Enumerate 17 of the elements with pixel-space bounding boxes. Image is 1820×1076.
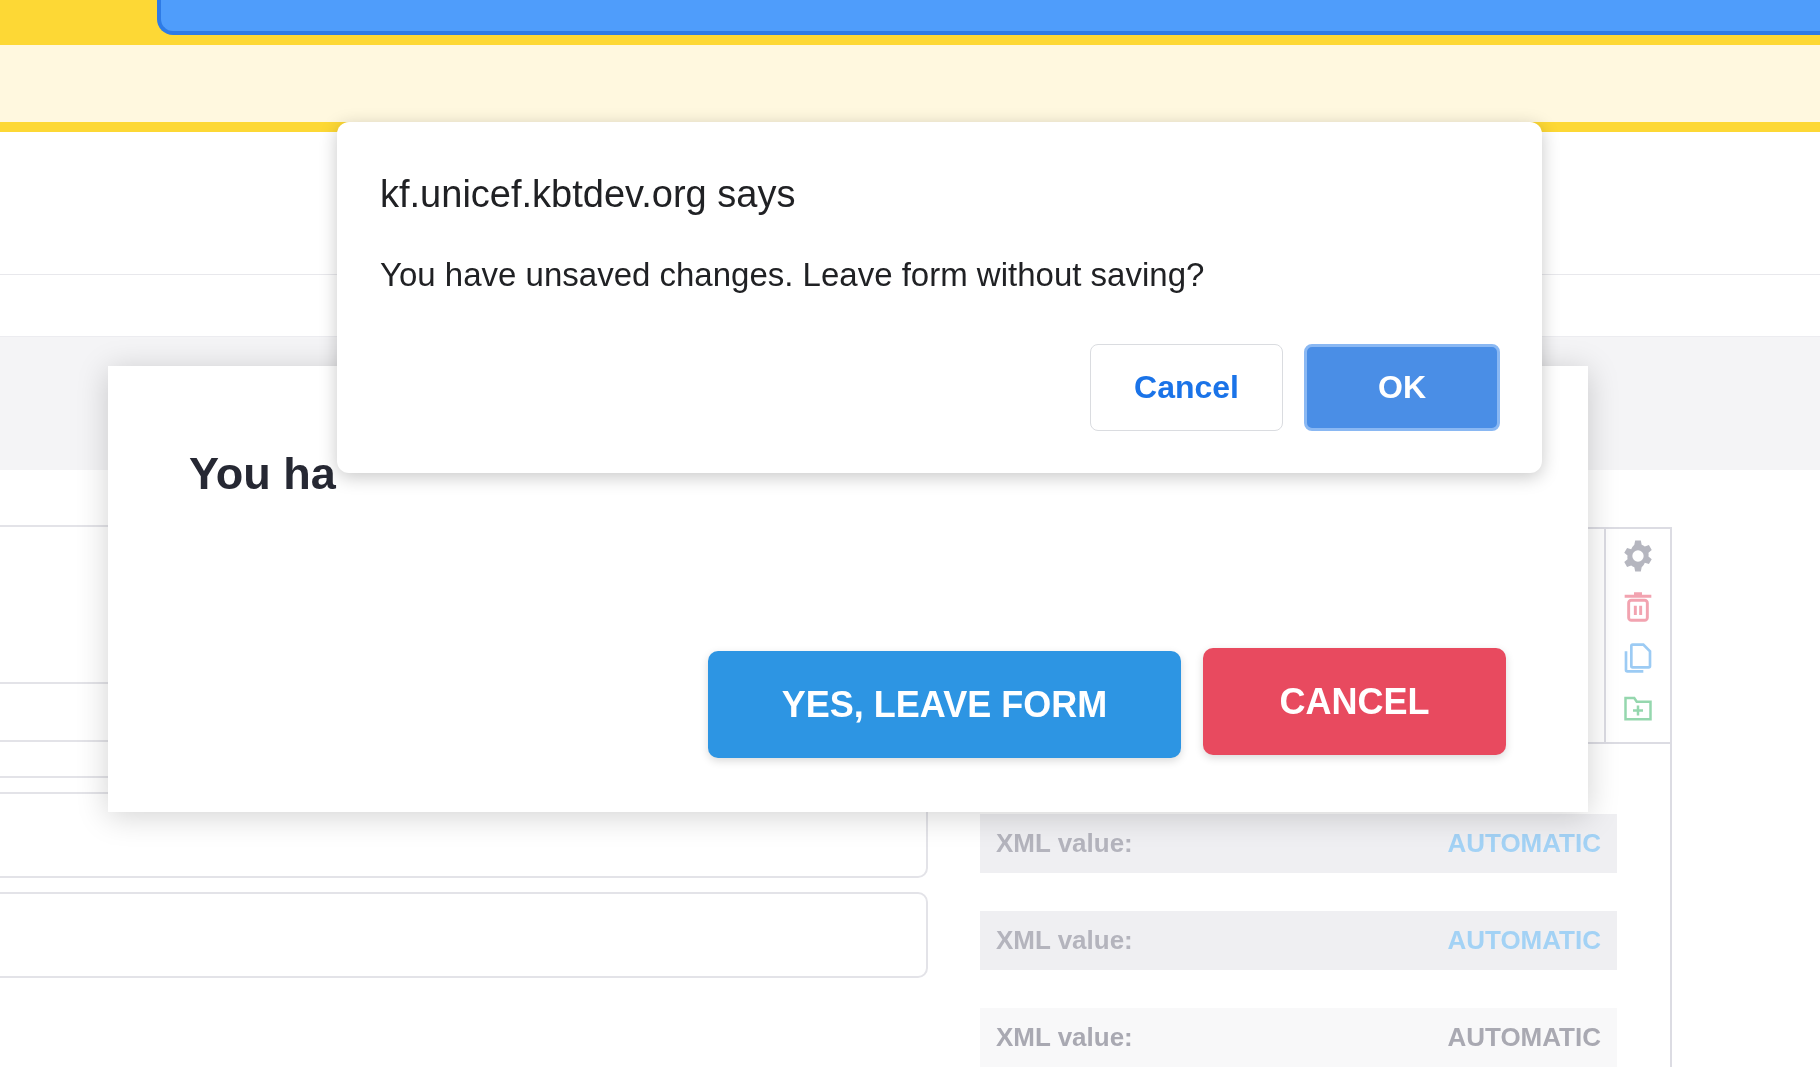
xml-value: AUTOMATIC <box>1447 925 1601 956</box>
settings-icon[interactable] <box>1621 539 1655 573</box>
input-field[interactable] <box>0 892 928 978</box>
copy-icon[interactable] <box>1622 641 1654 675</box>
xml-value: AUTOMATIC <box>1447 828 1601 859</box>
cancel-button[interactable]: Cancel <box>1090 344 1283 431</box>
leave-form-button[interactable]: YES, LEAVE FORM <box>708 651 1181 758</box>
xml-label: XML value: <box>996 1022 1133 1053</box>
xml-label: XML value: <box>996 925 1133 956</box>
xml-label: XML value: <box>996 828 1133 859</box>
xml-value: AUTOMATIC <box>1447 1022 1601 1053</box>
cancel-button[interactable]: CANCEL <box>1203 648 1506 755</box>
modal-title: You ha <box>189 448 336 500</box>
dialog-title: kf.unicef.kbtdev.org says <box>380 173 796 216</box>
trash-icon[interactable] <box>1622 591 1654 623</box>
ok-button[interactable]: OK <box>1304 344 1500 431</box>
dialog-message: You have unsaved changes. Leave form without saving? <box>380 256 1205 294</box>
